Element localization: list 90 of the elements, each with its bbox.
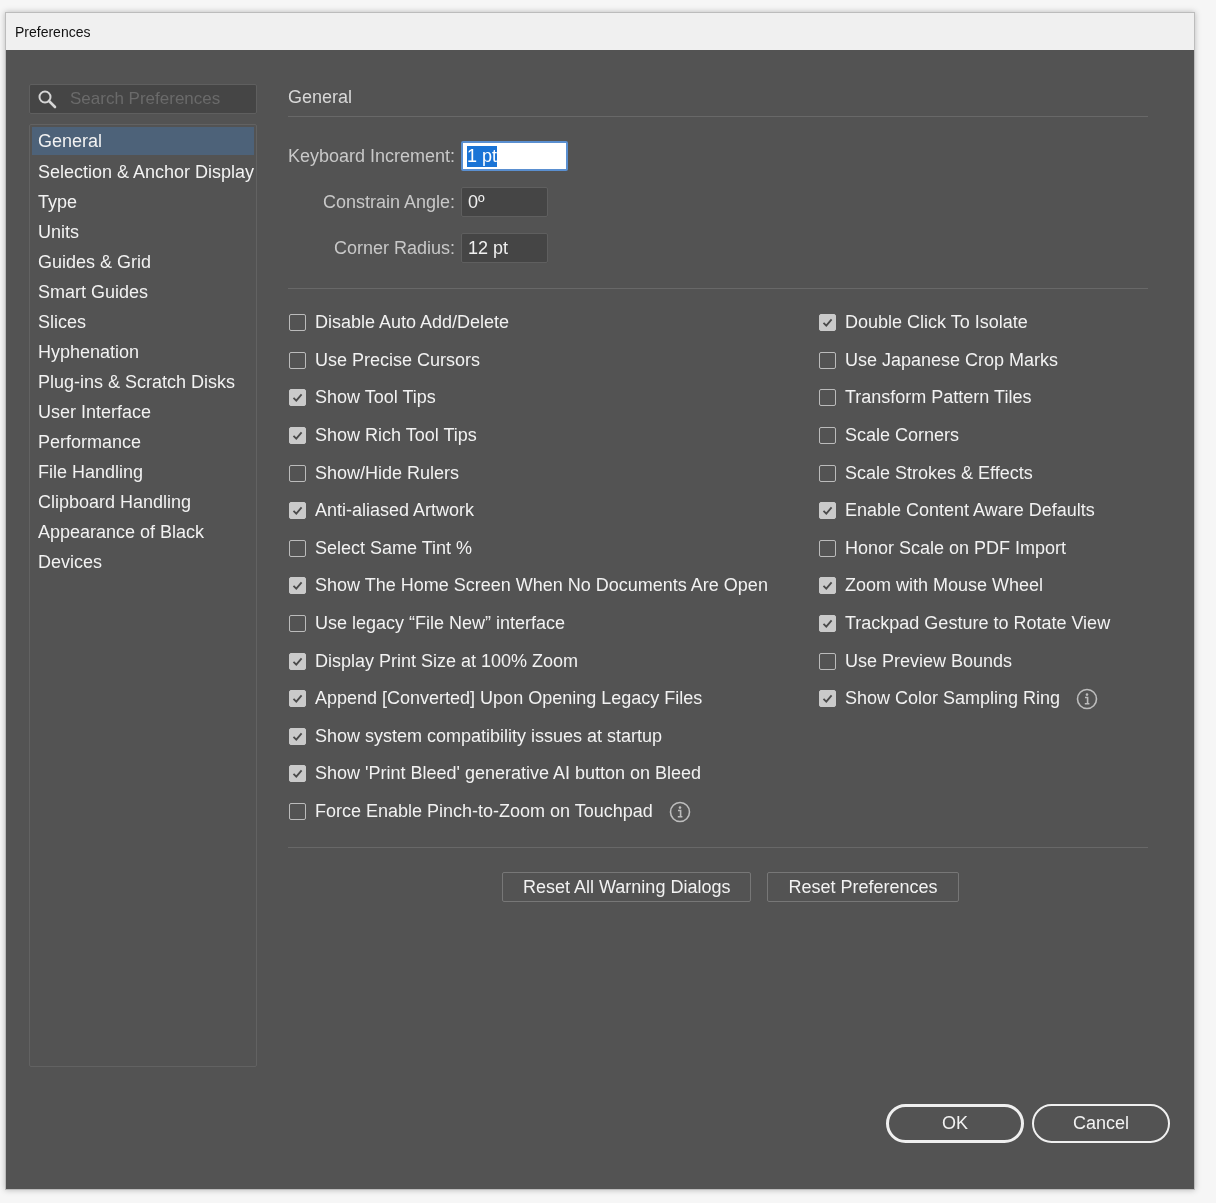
- option-label[interactable]: Trackpad Gesture to Rotate View: [845, 613, 1111, 635]
- checkbox[interactable]: [289, 464, 306, 482]
- option-label[interactable]: Show The Home Screen When No Documents Are Open: [315, 575, 768, 597]
- checkbox[interactable]: [819, 577, 836, 595]
- option-label[interactable]: Use legacy “File New” interface: [315, 613, 566, 635]
- sidebar-item[interactable]: Units: [32, 217, 254, 247]
- checkbox[interactable]: [819, 389, 836, 407]
- window-title: Preferences: [15, 23, 91, 40]
- option-label[interactable]: Honor Scale on PDF Import: [845, 537, 1067, 559]
- option-label[interactable]: Show/Hide Rulers: [315, 462, 460, 484]
- info-icon[interactable]: [668, 800, 691, 823]
- checkmark-icon: [821, 617, 834, 631]
- option-label[interactable]: Append [Converted] Upon Opening Legacy Files: [315, 688, 703, 710]
- reset-button[interactable]: Reset All Warning Dialogs: [502, 872, 752, 903]
- checkmark-icon: [821, 504, 834, 518]
- option-label[interactable]: Show 'Print Bleed' generative AI button on Bleed: [315, 763, 702, 785]
- option-label[interactable]: Anti-aliased Artwork: [315, 500, 475, 522]
- dialog-button[interactable]: Cancel: [1032, 1104, 1170, 1143]
- sidebar-item[interactable]: Slices: [32, 307, 254, 337]
- checkbox[interactable]: [819, 615, 836, 633]
- checkbox[interactable]: [819, 427, 836, 445]
- info-icon[interactable]: [1076, 687, 1099, 710]
- sidebar-item[interactable]: Guides & Grid: [32, 247, 254, 277]
- sidebar-item[interactable]: Performance: [32, 427, 254, 457]
- checkbox[interactable]: [819, 652, 836, 670]
- sidebar-item[interactable]: General: [32, 127, 254, 155]
- sidebar-item[interactable]: Devices: [32, 547, 254, 577]
- checkmark-icon: [291, 429, 304, 443]
- input-field[interactable]: 1 pt: [461, 141, 568, 171]
- checkbox[interactable]: [289, 314, 306, 332]
- sidebar-item[interactable]: Appearance of Black: [32, 517, 254, 547]
- option-label[interactable]: Disable Auto Add/Delete: [315, 312, 510, 334]
- checkbox[interactable]: [289, 690, 306, 708]
- input-field[interactable]: 0º: [461, 187, 548, 217]
- checkbox[interactable]: [289, 652, 306, 670]
- checkbox[interactable]: [289, 615, 306, 633]
- option-label[interactable]: Show Rich Tool Tips: [315, 425, 477, 447]
- option-label[interactable]: Enable Content Aware Defaults: [845, 500, 1095, 522]
- option-label[interactable]: Use Precise Cursors: [315, 349, 481, 371]
- sidebar-item[interactable]: Hyphenation: [32, 337, 254, 367]
- checkbox[interactable]: [289, 539, 306, 557]
- checkmark-icon: [291, 391, 304, 405]
- sidebar-item[interactable]: Smart Guides: [32, 277, 254, 307]
- sidebar-item[interactable]: Type: [32, 187, 254, 217]
- option-label[interactable]: Show Tool Tips: [315, 387, 436, 409]
- checkbox[interactable]: [819, 539, 836, 557]
- option-label[interactable]: Select Same Tint %: [315, 537, 473, 559]
- option-label[interactable]: Use Japanese Crop Marks: [845, 349, 1059, 371]
- field-label: Corner Radius:: [332, 237, 455, 259]
- checkbox[interactable]: [289, 427, 306, 445]
- option-label[interactable]: Show system compatibility issues at startup: [315, 725, 663, 747]
- checkmark-icon: [291, 767, 304, 781]
- dialog-button[interactable]: OK: [886, 1104, 1024, 1143]
- option-label[interactable]: Show Color Sampling Ring: [845, 688, 1061, 710]
- sidebar-item[interactable]: Plug-ins & Scratch Disks: [32, 367, 254, 397]
- checkbox[interactable]: [819, 314, 836, 332]
- checkmark-icon: [291, 504, 304, 518]
- checkbox[interactable]: [819, 351, 836, 369]
- option-label[interactable]: Force Enable Pinch-to-Zoom on Touchpad: [315, 801, 653, 822]
- input-field[interactable]: 12 pt: [461, 233, 548, 263]
- option-label[interactable]: Scale Strokes & Effects: [845, 462, 1033, 484]
- option-label[interactable]: Use Preview Bounds: [845, 650, 1013, 672]
- reset-button[interactable]: Reset Preferences: [767, 872, 959, 903]
- checkbox[interactable]: [289, 389, 306, 407]
- checkbox[interactable]: [289, 577, 306, 595]
- field-label: Constrain Angle:: [321, 191, 455, 213]
- checkbox[interactable]: [819, 502, 836, 520]
- checkbox[interactable]: [289, 351, 306, 369]
- sidebar-item[interactable]: File Handling: [32, 457, 254, 487]
- option-label[interactable]: Display Print Size at 100% Zoom: [315, 650, 579, 672]
- option-label[interactable]: Transform Pattern Tiles: [845, 387, 1032, 409]
- option-label[interactable]: Double Click To Isolate: [845, 312, 1028, 334]
- option-label[interactable]: Zoom with Mouse Wheel: [845, 575, 1044, 597]
- checkmark-icon: [291, 579, 304, 593]
- checkmark-icon: [821, 692, 834, 706]
- checkmark-icon: [291, 692, 304, 706]
- option-label[interactable]: Scale Corners: [845, 425, 960, 447]
- sidebar-item[interactable]: Clipboard Handling: [32, 487, 254, 517]
- checkbox[interactable]: [819, 690, 836, 708]
- checkbox[interactable]: [289, 765, 306, 783]
- section-title: General: [288, 84, 1148, 117]
- checkbox[interactable]: [819, 464, 836, 482]
- sidebar-item[interactable]: Selection & Anchor Display: [32, 157, 254, 187]
- checkmark-icon: [821, 316, 834, 330]
- checkbox[interactable]: [289, 803, 306, 820]
- checkbox[interactable]: [289, 502, 306, 520]
- sidebar-item[interactable]: User Interface: [32, 397, 254, 427]
- field-label: Keyboard Increment:: [288, 145, 455, 167]
- checkmark-icon: [821, 579, 834, 593]
- checkbox[interactable]: [289, 727, 306, 745]
